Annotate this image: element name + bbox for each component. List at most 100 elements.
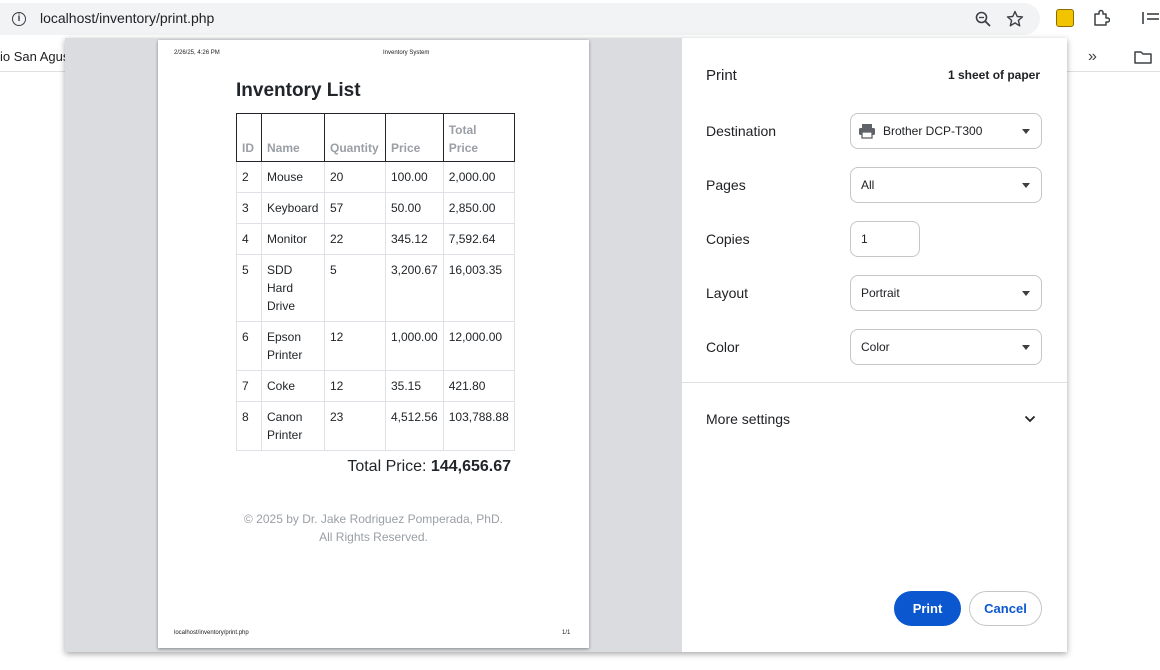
column-header: Quantity <box>324 113 386 162</box>
bookmark-item[interactable]: io San Agust <box>0 49 73 64</box>
grand-total-label: Total Price: <box>347 458 427 475</box>
printer-icon <box>859 124 875 139</box>
page-header-title: Inventory System <box>383 50 430 56</box>
page-footer-url: localhost/inventory/print.php <box>174 630 249 636</box>
cell-id: 7 <box>236 370 262 402</box>
grand-total-value: 144,656.67 <box>430 458 511 475</box>
layout-select[interactable]: Portrait <box>850 275 1042 311</box>
cell-total: 2,850.00 <box>442 192 515 224</box>
cell-id: 5 <box>236 254 262 322</box>
print-button[interactable]: Print <box>894 591 961 626</box>
cell-total: 103,788.88 <box>442 401 515 451</box>
color-select[interactable]: Color <box>850 329 1042 365</box>
color-value: Color <box>861 340 890 354</box>
cell-id: 6 <box>236 321 262 371</box>
cell-quantity: 22 <box>324 223 386 255</box>
cell-name: Monitor <box>261 223 325 255</box>
color-label: Color <box>706 339 740 355</box>
cell-price: 35.15 <box>385 370 444 402</box>
address-bar[interactable]: i localhost/inventory/print.php <box>0 3 1040 35</box>
copies-value: 1 <box>861 232 868 246</box>
layout-label: Layout <box>706 285 749 301</box>
cell-total: 7,592.64 <box>442 223 515 255</box>
cell-quantity: 5 <box>324 254 386 322</box>
cell-name: Keyboard <box>261 192 325 224</box>
cell-name: SDD Hard Drive <box>261 254 325 322</box>
preview-page: 2/26/25, 4:26 PM Inventory System Invent… <box>158 40 589 648</box>
pages-value: All <box>861 178 875 192</box>
cell-total: 2,000.00 <box>442 161 515 193</box>
table-row: 2 Mouse 20 100.00 2,000.00 <box>236 161 515 193</box>
cell-price: 4,512.56 <box>385 401 444 451</box>
grand-total: Total Price: 144,656.67 <box>236 458 511 476</box>
column-header: Total Price <box>442 113 515 162</box>
cell-name: Coke <box>261 370 325 402</box>
cell-price: 100.00 <box>385 161 444 193</box>
more-settings-toggle[interactable]: More settings <box>682 402 1067 438</box>
cell-name: Mouse <box>261 161 325 193</box>
inventory-table: ID Name Quantity Price Total Price 2 Mou… <box>236 113 515 451</box>
pages-select[interactable]: All <box>850 167 1042 203</box>
extensions-puzzle-icon[interactable] <box>1092 9 1110 27</box>
side-panel-icon[interactable] <box>1142 10 1160 26</box>
pages-label: Pages <box>706 177 746 193</box>
more-settings-label: More settings <box>706 411 791 427</box>
cell-id: 4 <box>236 223 262 255</box>
cell-price: 3,200.67 <box>385 254 444 322</box>
table-row: 3 Keyboard 57 50.00 2,850.00 <box>236 192 515 224</box>
page-number: 1/1 <box>562 630 571 636</box>
more-bookmarks-chevron-icon[interactable]: » <box>1088 48 1097 66</box>
destination-label: Destination <box>706 123 777 139</box>
copyright-footer: © 2025 by Dr. Jake Rodriguez Pomperada, … <box>236 510 511 546</box>
cell-price: 345.12 <box>385 223 444 255</box>
url-text[interactable]: localhost/inventory/print.php <box>40 10 214 26</box>
cell-name: Canon Printer <box>261 401 325 451</box>
table-row: 5 SDD Hard Drive 5 3,200.67 16,003.35 <box>236 254 515 322</box>
cell-total: 12,000.00 <box>442 321 515 371</box>
document-title: Inventory List <box>236 80 361 101</box>
copies-label: Copies <box>706 231 750 247</box>
table-row: 4 Monitor 22 345.12 7,592.64 <box>236 223 515 255</box>
folder-icon[interactable] <box>1134 50 1152 64</box>
cell-id: 8 <box>236 401 262 451</box>
cell-total: 421.80 <box>442 370 515 402</box>
chevron-down-icon <box>1022 129 1030 134</box>
cell-quantity: 12 <box>324 321 386 371</box>
zoom-icon[interactable] <box>975 11 991 27</box>
site-info-icon[interactable]: i <box>12 12 26 26</box>
print-settings-panel: Print 1 sheet of paper Destination Broth… <box>682 38 1067 652</box>
column-header: Name <box>261 113 325 162</box>
extension-icon[interactable] <box>1056 9 1074 27</box>
cell-quantity: 12 <box>324 370 386 402</box>
chevron-down-icon <box>1022 291 1030 296</box>
print-preview-area: 2/26/25, 4:26 PM Inventory System Invent… <box>65 38 682 652</box>
copyright-line: © 2025 by Dr. Jake Rodriguez Pomperada, … <box>244 512 503 526</box>
cell-quantity: 20 <box>324 161 386 193</box>
column-header: Price <box>385 113 444 162</box>
cancel-button[interactable]: Cancel <box>969 591 1042 626</box>
rights-line: All Rights Reserved. <box>319 530 428 544</box>
cell-quantity: 57 <box>324 192 386 224</box>
table-row: 7 Coke 12 35.15 421.80 <box>236 370 515 402</box>
destination-select[interactable]: Brother DCP-T300 <box>850 113 1042 149</box>
sheet-count: 1 sheet of paper <box>948 68 1041 82</box>
chevron-down-icon <box>1022 183 1030 188</box>
cell-name: Epson Printer <box>261 321 325 371</box>
copies-input[interactable]: 1 <box>850 221 920 257</box>
cell-quantity: 23 <box>324 401 386 451</box>
table-row: 6 Epson Printer 12 1,000.00 12,000.00 <box>236 321 515 371</box>
cell-price: 1,000.00 <box>385 321 444 371</box>
chevron-down-icon <box>1024 415 1036 423</box>
bookmark-star-icon[interactable] <box>1006 10 1024 28</box>
print-dialog: 2/26/25, 4:26 PM Inventory System Invent… <box>65 38 1067 652</box>
cell-id: 3 <box>236 192 262 224</box>
column-header: ID <box>236 113 262 162</box>
destination-value: Brother DCP-T300 <box>883 124 983 138</box>
dialog-title: Print <box>706 67 737 84</box>
cell-id: 2 <box>236 161 262 193</box>
table-header-row: ID Name Quantity Price Total Price <box>236 113 515 162</box>
cell-price: 50.00 <box>385 192 444 224</box>
table-row: 8 Canon Printer 23 4,512.56 103,788.88 <box>236 401 515 451</box>
page-header-date: 2/26/25, 4:26 PM <box>174 50 220 56</box>
layout-value: Portrait <box>861 286 900 300</box>
